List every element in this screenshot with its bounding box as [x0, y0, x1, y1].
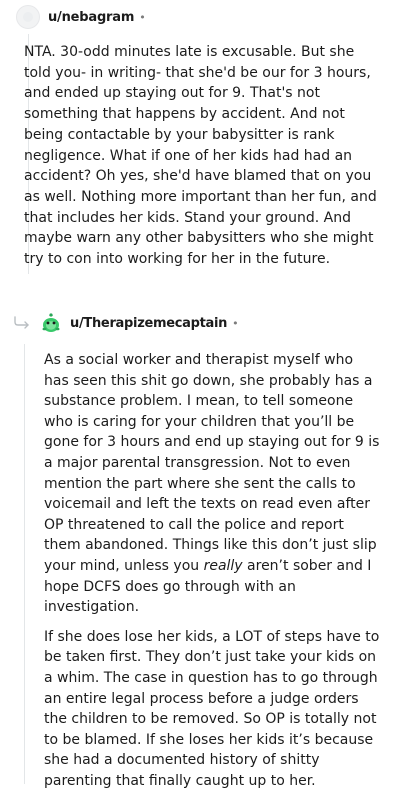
reply-username[interactable]: u/Therapizemecaptain	[70, 316, 227, 331]
reply-paragraph-2: If she does lose her kids, a LOT of step…	[44, 628, 380, 789]
reply-body: As a social worker and therapist myself …	[44, 350, 380, 793]
reply-paragraph-1: As a social worker and therapist myself …	[44, 350, 380, 618]
comment-body: NTA. 30-odd minutes late is excusable. B…	[24, 44, 377, 268]
reply-text: As a social worker and therapist myself …	[44, 352, 380, 574]
comment-header: u/nebagram •	[16, 5, 146, 29]
reply-emphasis: really	[203, 557, 243, 574]
user-avatar[interactable]	[16, 5, 40, 29]
reply-header: u/Therapizemecaptain •	[12, 310, 239, 336]
comment-thread: u/nebagram • NTA. 30-odd minutes late is…	[0, 0, 400, 793]
reply-arrow-icon	[14, 316, 29, 329]
separator-dot: •	[139, 10, 146, 24]
separator-dot: •	[232, 316, 239, 330]
green-snoo-avatar[interactable]	[40, 312, 62, 334]
comment-username[interactable]: u/nebagram	[48, 10, 134, 25]
reply-thread-line[interactable]	[24, 344, 25, 784]
